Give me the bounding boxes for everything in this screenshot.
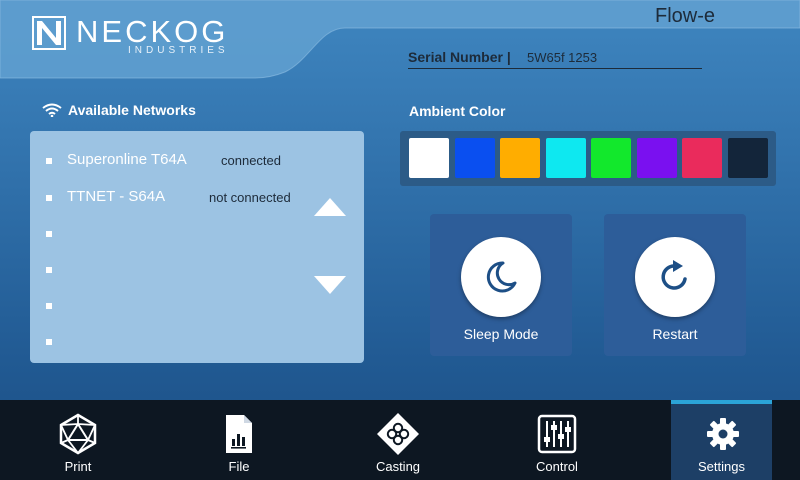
restart-label: Restart — [652, 326, 698, 342]
color-swatch[interactable] — [454, 138, 495, 178]
color-swatch[interactable] — [682, 138, 722, 178]
nav-control[interactable]: Control — [490, 400, 624, 480]
nav-label: File — [228, 459, 250, 474]
serial-label: Serial Number | — [408, 49, 511, 65]
nav-label: Casting — [375, 459, 421, 474]
logo-subtitle: INDUSTRIES — [128, 45, 229, 56]
bullet — [46, 303, 52, 309]
network-status: not connected — [209, 190, 291, 205]
network-item[interactable]: Superonline T64A connected — [30, 151, 310, 171]
nav-label: Settings — [698, 459, 745, 474]
network-item[interactable] — [30, 296, 310, 316]
restart-icon — [661, 260, 687, 290]
nav-settings[interactable]: Settings — [671, 400, 772, 480]
restart-button[interactable]: Restart — [604, 214, 746, 356]
sleep-circle — [461, 237, 541, 317]
bullet — [46, 339, 52, 345]
bullet — [46, 158, 52, 164]
serial-value: 5W65f 1253 — [527, 50, 598, 65]
file-chart-icon — [226, 415, 252, 453]
neckog-logo-icon — [32, 16, 66, 50]
network-item[interactable] — [30, 260, 310, 280]
color-swatch[interactable] — [409, 138, 449, 178]
neckog-logo: NECKOG INDUSTRIES — [32, 14, 282, 56]
wifi-icon — [42, 103, 62, 117]
network-list: Superonline T64A connected TTNET - S64A … — [30, 131, 364, 363]
nav-casting[interactable]: Casting — [331, 400, 465, 480]
network-item[interactable] — [30, 332, 310, 352]
nav-print[interactable]: Print — [11, 400, 145, 480]
network-item[interactable]: TTNET - S64A not connected — [30, 188, 310, 208]
network-name: Superonline T64A — [67, 151, 187, 168]
nav-label: Print — [64, 459, 92, 474]
color-swatch[interactable] — [500, 138, 540, 178]
moon-icon — [486, 261, 517, 293]
network-item[interactable] — [30, 224, 310, 244]
casting-icon — [377, 413, 419, 455]
serial-number: Serial Number | 5W65f 1253 — [408, 48, 702, 69]
scroll-up-icon[interactable] — [314, 197, 346, 217]
sliders-icon — [537, 414, 577, 454]
bottom-navigation: Print File Casting Control Settings — [0, 400, 800, 480]
gear-icon — [707, 418, 739, 450]
bullet — [46, 267, 52, 273]
brand-name: Flow-e — [655, 5, 716, 27]
color-swatch[interactable] — [545, 138, 586, 178]
nav-file[interactable]: File — [172, 400, 306, 480]
color-swatch[interactable] — [591, 138, 631, 178]
color-swatch[interactable] — [727, 138, 768, 178]
networks-title: Available Networks — [68, 102, 196, 118]
network-status: connected — [221, 153, 281, 168]
d20-icon — [59, 413, 97, 455]
scroll-down-icon[interactable] — [314, 275, 346, 295]
ambient-title: Ambient Color — [409, 103, 506, 119]
ambient-color-palette — [400, 131, 776, 186]
bullet — [46, 231, 52, 237]
sleep-mode-button[interactable]: Sleep Mode — [430, 214, 572, 356]
network-name: TTNET - S64A — [67, 188, 166, 205]
color-swatch[interactable] — [636, 138, 677, 178]
nav-label: Control — [536, 459, 578, 474]
restart-circle — [635, 237, 715, 317]
sleep-mode-label: Sleep Mode — [463, 326, 539, 342]
bullet — [46, 195, 52, 201]
